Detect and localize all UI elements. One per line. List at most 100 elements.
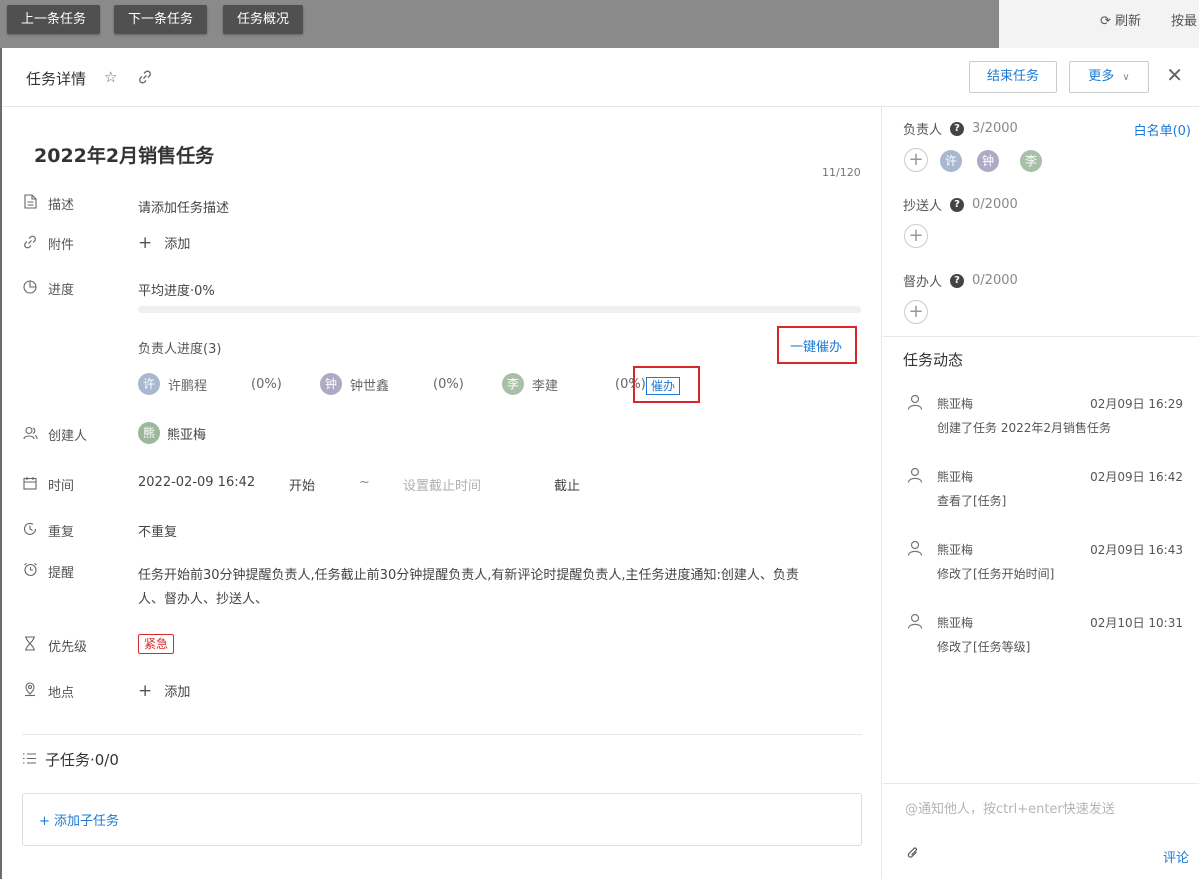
- task-side-panel: 负责人 ? 3/2000 白名单(0) + 许 钟 李 抄送人 ? 0/2000…: [883, 107, 1199, 879]
- start-time[interactable]: 2022-02-09 16:42: [138, 475, 255, 490]
- creator: 熊 熊亚梅: [138, 422, 206, 444]
- remind-value[interactable]: 任务开始前30分钟提醒负责人,任务截止前30分钟提醒负责人,有新评论时提醒负责人…: [138, 564, 858, 612]
- subtask-title: 子任务·0/0: [45, 751, 119, 769]
- refresh-label: 刷新: [1114, 14, 1141, 29]
- help-icon[interactable]: ?: [950, 273, 965, 288]
- help-icon[interactable]: ?: [950, 121, 965, 136]
- description-value[interactable]: 请添加任务描述: [138, 197, 229, 216]
- location-label: 地点: [22, 682, 74, 701]
- users-icon: [22, 426, 38, 444]
- star-icon[interactable]: ☆: [104, 68, 117, 86]
- average-progress: 平均进度·0%: [138, 284, 215, 299]
- whitelist-link[interactable]: 白名单(0): [1134, 120, 1191, 139]
- more-button[interactable]: 更多 ∨: [1069, 61, 1149, 93]
- time-separator: ~: [359, 475, 370, 490]
- end-task-button[interactable]: 结束任务: [969, 61, 1057, 93]
- supervisor-section-label: 督办人 ? 0/2000: [903, 271, 1018, 290]
- close-icon[interactable]: ✕: [1166, 64, 1183, 86]
- progress-bar: [138, 306, 861, 313]
- activity-user: 熊亚梅: [937, 543, 974, 557]
- alarm-clock-icon: [22, 562, 38, 581]
- assignee-2: 钟 钟世鑫: [320, 373, 389, 395]
- more-label: 更多: [1088, 69, 1115, 84]
- avatar: 许: [940, 150, 962, 172]
- assignee-3: 李 李建: [502, 373, 558, 395]
- remind-button[interactable]: 催办: [646, 377, 681, 395]
- add-owner-button[interactable]: +: [904, 148, 928, 172]
- add-cc-button[interactable]: +: [904, 224, 928, 248]
- user-icon: [907, 613, 923, 633]
- attachment-add-label: 添加: [164, 237, 191, 252]
- avatar: 钟: [977, 150, 999, 172]
- attachment-add-button[interactable]: + 添加: [138, 233, 190, 253]
- owner-count: 3/2000: [972, 121, 1018, 136]
- remind-label-text: 提醒: [48, 566, 75, 581]
- priority-label-text: 优先级: [48, 640, 88, 655]
- remind-value-line-1: 任务开始前30分钟提醒负责人,任务截止前30分钟提醒负责人,有新评论时提醒负责人…: [138, 568, 799, 583]
- location-add-button[interactable]: + 添加: [138, 681, 190, 701]
- plus-icon: +: [138, 233, 153, 253]
- task-detail-modal: 任务详情 ☆ 结束任务 更多 ∨ ✕ 2022年2月销售任务 11/120 描述…: [2, 48, 1199, 879]
- assignee-name: 钟世鑫: [350, 378, 390, 394]
- avatar: 钟: [320, 373, 342, 395]
- repeat-value[interactable]: 不重复: [138, 521, 177, 540]
- plus-icon: +: [138, 681, 153, 701]
- modal-header: 任务详情 ☆ 结束任务 更多 ∨ ✕: [2, 48, 1199, 107]
- side-divider: [883, 336, 1199, 337]
- task-main-panel: 2022年2月销售任务 11/120 描述 请添加任务描述 附件 + 添加 进度…: [2, 107, 882, 879]
- location-pin-icon: [22, 682, 38, 701]
- comment-button[interactable]: 评论: [1163, 847, 1189, 866]
- comment-area: @通知他人，按ctrl+enter快速发送 评论: [883, 783, 1199, 879]
- remind-all-button[interactable]: 一键催办: [790, 336, 842, 355]
- location-add-label: 添加: [164, 685, 191, 700]
- prev-task-button[interactable]: 上一条任务: [7, 5, 101, 34]
- cc-count: 0/2000: [972, 197, 1018, 212]
- priority-label: 优先级: [22, 636, 87, 655]
- refresh-icon: ⟳: [1099, 14, 1111, 29]
- description-label: 描述: [22, 194, 74, 213]
- priority-badge[interactable]: 紧急: [138, 634, 175, 654]
- location-label-text: 地点: [48, 686, 75, 701]
- deadline-word: 截止: [554, 479, 581, 494]
- creator-label: 创建人: [22, 425, 87, 444]
- activity-time: 02月09日 16:29: [1090, 397, 1183, 411]
- deadline-input[interactable]: 设置截止时间: [403, 475, 481, 494]
- avatar: 许: [138, 373, 160, 395]
- task-title[interactable]: 2022年2月销售任务: [34, 141, 214, 168]
- assignee-1: 许 许鹏程: [138, 373, 207, 395]
- paperclip-icon[interactable]: [907, 846, 919, 864]
- clock-icon: [22, 522, 38, 540]
- calendar-icon: [22, 476, 38, 494]
- repeat-label-text: 重复: [48, 525, 75, 540]
- activity-time: 02月09日 16:42: [1090, 470, 1183, 484]
- user-icon: [907, 394, 923, 414]
- description-label-text: 描述: [48, 198, 75, 213]
- refresh-button[interactable]: ⟳ 刷新: [1100, 10, 1141, 29]
- user-icon: [907, 540, 923, 560]
- assignee-progress-title: 负责人进度(3): [138, 342, 222, 357]
- hourglass-icon: [22, 636, 38, 655]
- help-icon[interactable]: ?: [950, 197, 965, 212]
- attachment-label-text: 附件: [48, 238, 75, 253]
- sort-button[interactable]: 按最: [1171, 10, 1197, 29]
- title-char-count: 11/120: [822, 166, 861, 179]
- add-supervisor-button[interactable]: +: [904, 300, 928, 324]
- add-subtask-button[interactable]: + 添加子任务: [39, 810, 119, 829]
- avatar: 李: [502, 373, 524, 395]
- next-task-button[interactable]: 下一条任务: [114, 5, 208, 34]
- task-overview-button[interactable]: 任务概况: [223, 5, 304, 34]
- modal-title: 任务详情: [26, 70, 87, 88]
- comment-input[interactable]: @通知他人，按ctrl+enter快速发送: [905, 798, 1115, 817]
- supervisor-count: 0/2000: [972, 273, 1018, 288]
- document-icon: [22, 194, 38, 213]
- time-label-text: 时间: [48, 479, 75, 494]
- avatar: 李: [1020, 150, 1042, 172]
- link-icon[interactable]: [138, 68, 152, 88]
- avatar: 熊: [138, 422, 160, 444]
- activity-time: 02月10日 10:31: [1090, 616, 1183, 630]
- user-icon: [907, 467, 923, 487]
- list-icon: [22, 751, 37, 769]
- assignee-progress-pct: (0%): [433, 377, 464, 392]
- section-divider: [22, 734, 862, 735]
- assignee-name: 许鹏程: [168, 378, 208, 394]
